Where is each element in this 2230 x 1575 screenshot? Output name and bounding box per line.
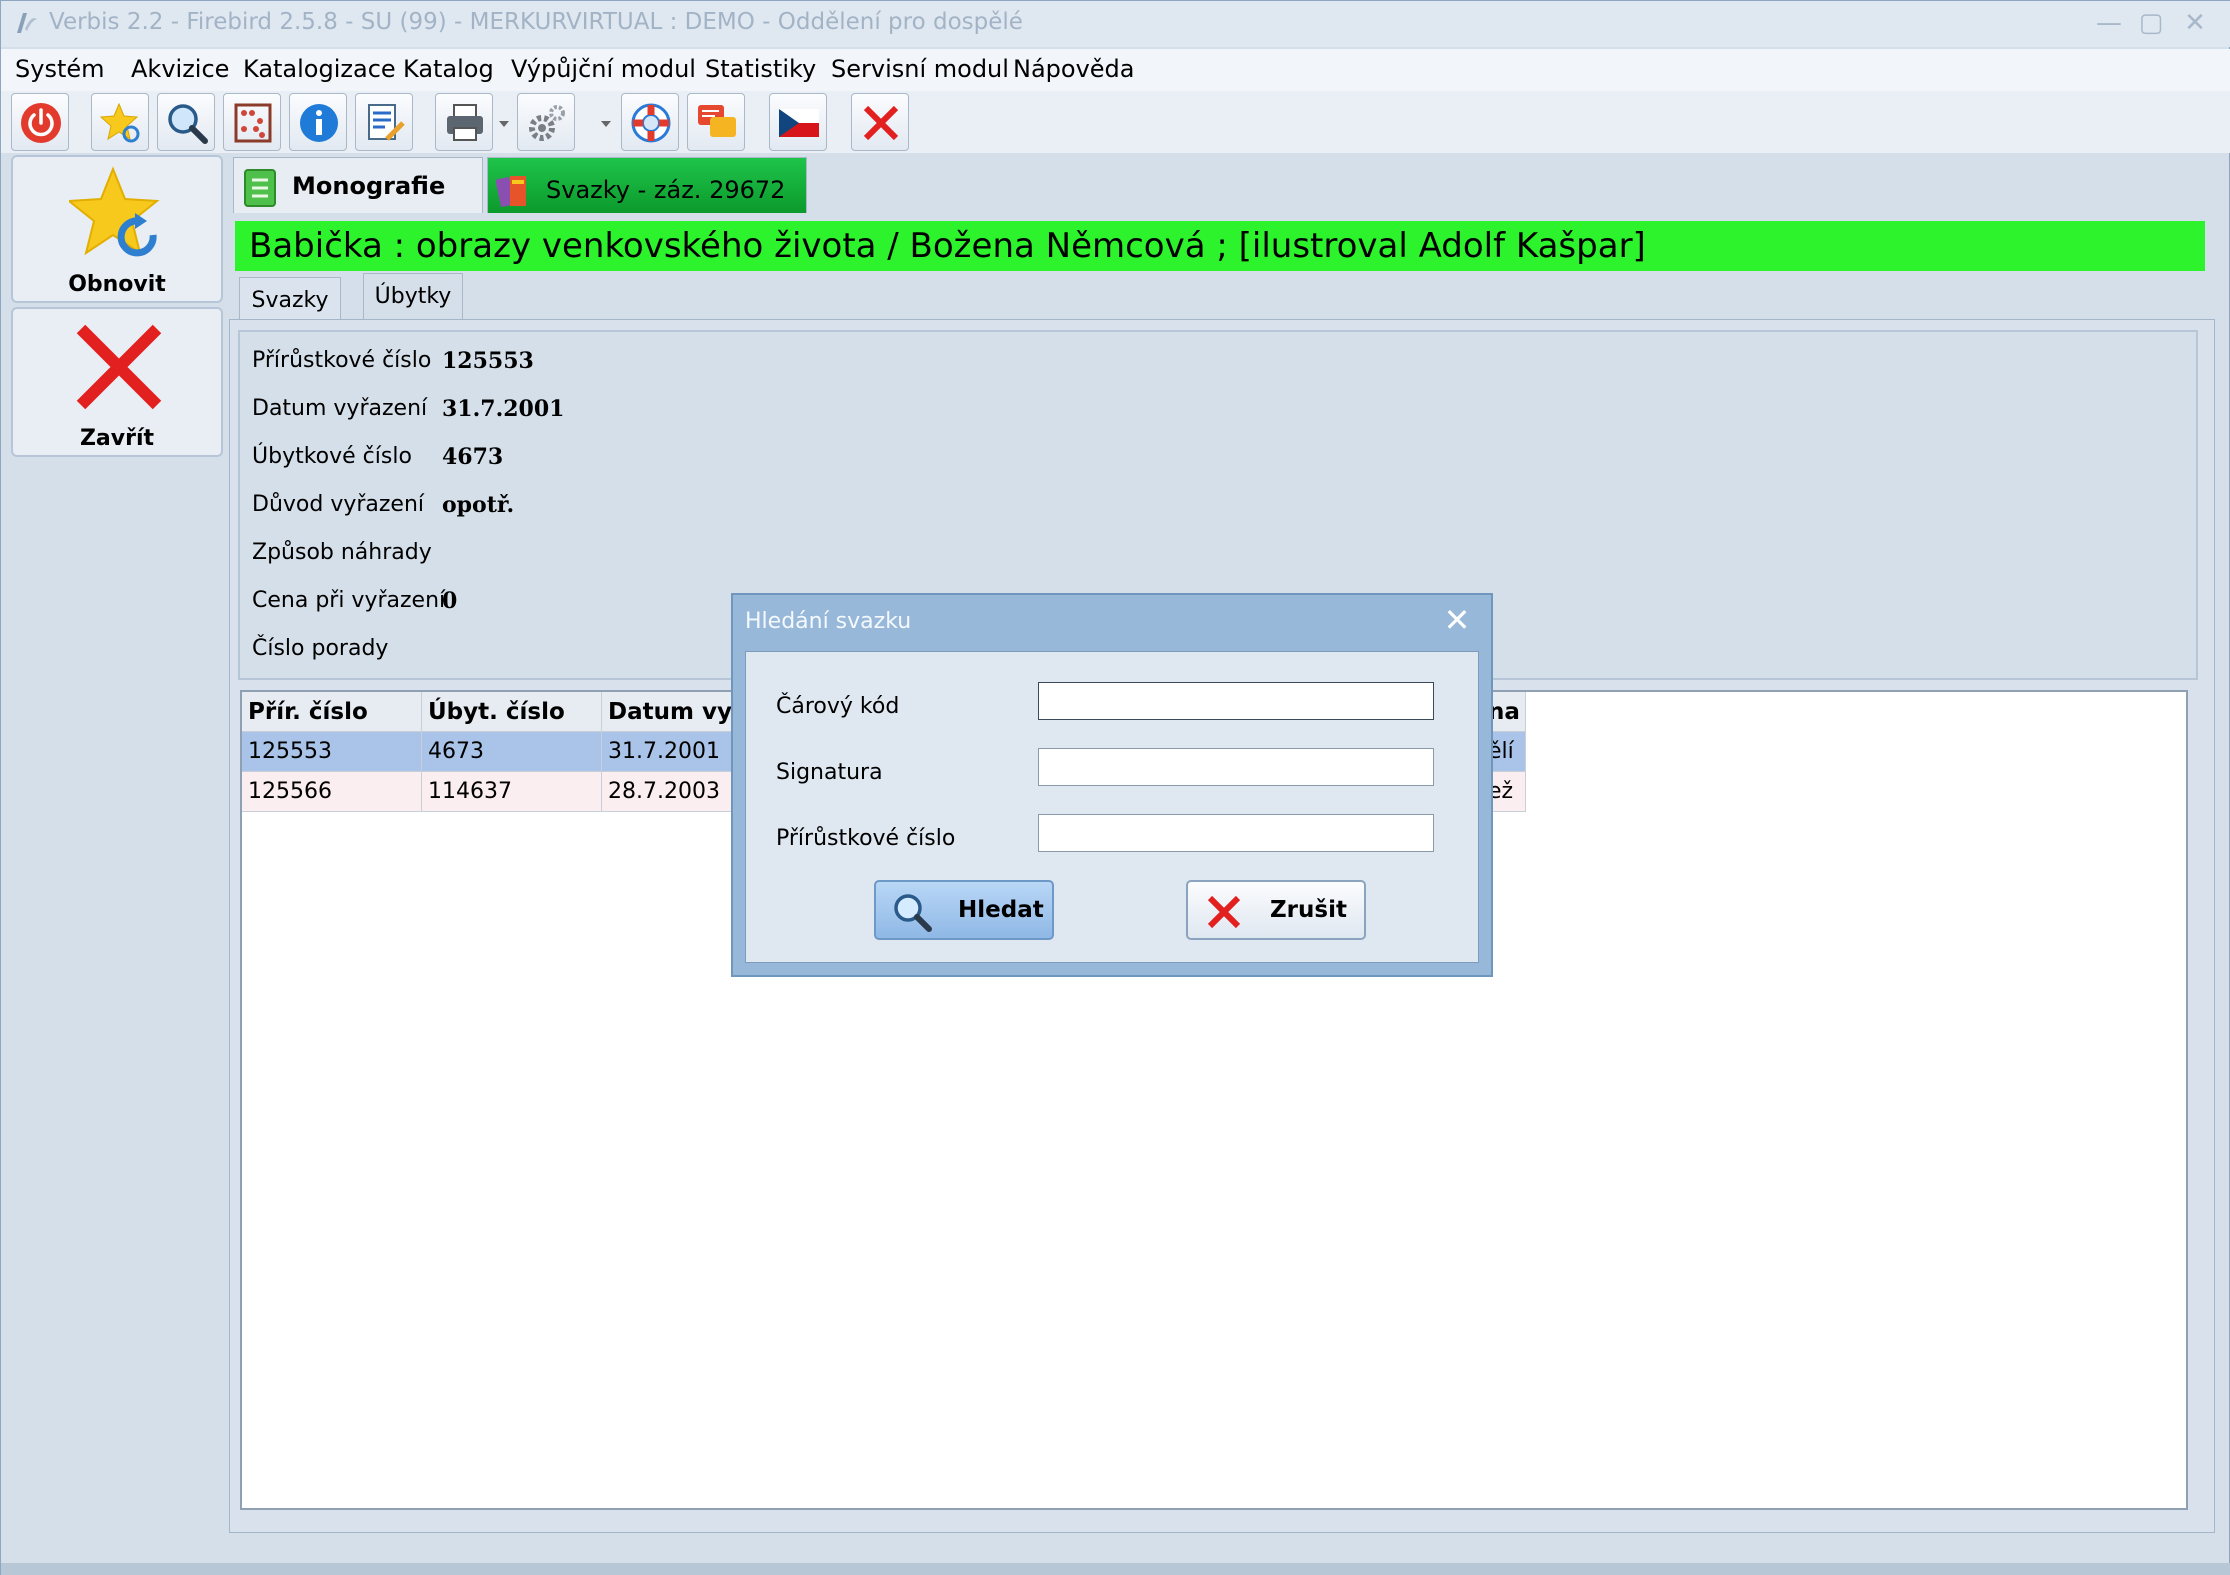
abacus-button[interactable]	[223, 93, 281, 151]
subtab-ubytky[interactable]: Úbytky	[363, 273, 463, 321]
accession-number-input[interactable]	[1038, 814, 1434, 852]
info-key: Přírůstkové číslo	[252, 348, 432, 373]
column-header[interactable]: Úbyt. číslo	[422, 692, 602, 732]
info-button[interactable]	[289, 93, 347, 151]
info-value: opotř.	[442, 492, 515, 518]
cancel-button-label: Zrušit	[1270, 897, 1347, 923]
edit-document-icon	[368, 104, 405, 141]
menu-item-servisni-modul[interactable]: Servisní modul	[831, 55, 1009, 83]
dialog-close-icon[interactable]: ✕	[1441, 601, 1473, 641]
column-header[interactable]: Přír. číslo	[242, 692, 422, 732]
info-value: 125553	[442, 348, 534, 374]
books-icon	[496, 176, 526, 208]
search-icon	[168, 104, 208, 144]
tab-svazky[interactable]: Svazky - záz. 29672	[487, 157, 807, 213]
refresh-label: Obnovit	[68, 272, 166, 297]
help-button[interactable]	[621, 93, 679, 151]
menu-item-statistiky[interactable]: Statistiky	[705, 55, 816, 83]
toolbar	[1, 91, 2230, 153]
close-icon	[863, 105, 899, 141]
abacus-icon	[234, 103, 272, 143]
close-label: Zavřít	[79, 426, 155, 451]
menu-item-system[interactable]: Systém	[15, 55, 105, 83]
info-key: Úbytkové číslo	[252, 444, 412, 469]
cancel-button[interactable]: Zrušit	[1186, 880, 1366, 940]
edit-document-button[interactable]	[355, 93, 413, 151]
file-cabinet-icon	[244, 169, 276, 207]
search-button-label: Hledat	[958, 897, 1044, 923]
close-module-button[interactable]	[851, 93, 909, 151]
barcode-label: Čárový kód	[776, 694, 900, 719]
barcode-input[interactable]	[1038, 682, 1434, 720]
menu-item-napoveda[interactable]: Nápověda	[1013, 55, 1135, 83]
close-icon	[76, 324, 162, 410]
search-volume-dialog: Hledání svazku ✕ Čárový kód Signatura Př…	[731, 593, 1493, 977]
search-button[interactable]	[157, 93, 215, 151]
star-refresh-icon	[99, 102, 140, 143]
refresh-button[interactable]: Obnovit	[11, 155, 223, 303]
title-bar: Verbis 2.2 - Firebird 2.5.8 - SU (99) - …	[1, 1, 2230, 47]
menu-bar: Systém Akvizice Katalogizace Katalog Výp…	[1, 49, 2230, 91]
menu-item-akvizice[interactable]: Akvizice	[131, 55, 229, 83]
settings-dropdown[interactable]	[597, 93, 615, 151]
tab-svazky-label: Svazky - záz. 29672	[546, 176, 786, 204]
info-key: Číslo porady	[252, 636, 389, 661]
table-cell[interactable]: 114637	[422, 772, 602, 812]
table-cell[interactable]: 125553	[242, 732, 422, 772]
minimize-icon[interactable]: —	[2091, 5, 2127, 41]
tab-monografie-label: Monografie	[292, 172, 446, 200]
info-value: 0	[442, 588, 458, 614]
dialog-title: Hledání svazku	[745, 609, 912, 634]
info-key: Datum vyřazení	[252, 396, 428, 421]
printer-icon	[447, 104, 483, 141]
record-title: Babička : obrazy venkovského života / Bo…	[235, 221, 2205, 271]
settings-icon	[529, 105, 565, 141]
language-button[interactable]	[769, 93, 827, 151]
table-cell[interactable]: 4673	[422, 732, 602, 772]
info-value: 31.7.2001	[442, 396, 565, 422]
signature-input[interactable]	[1038, 748, 1434, 786]
print-dropdown[interactable]	[495, 93, 513, 151]
settings-button[interactable]	[517, 93, 575, 151]
accession-number-label: Přírůstkové číslo	[776, 826, 956, 851]
info-value: 4673	[442, 444, 504, 470]
power-icon	[21, 103, 61, 143]
maximize-icon[interactable]: ▢	[2133, 5, 2169, 41]
menu-item-katalog[interactable]: Katalog	[403, 55, 494, 83]
table-cell[interactable]: 125566	[242, 772, 422, 812]
subtab-svazky[interactable]: Svazky	[239, 277, 341, 321]
application-window: Verbis 2.2 - Firebird 2.5.8 - SU (99) - …	[0, 0, 2230, 1575]
signature-label: Signatura	[776, 760, 883, 785]
search-button[interactable]: Hledat	[874, 880, 1054, 940]
tab-monografie[interactable]: Monografie	[233, 157, 483, 213]
info-key: Způsob náhrady	[252, 540, 432, 565]
info-key: Cena při vyřazení	[252, 588, 446, 613]
close-icon[interactable]: ✕	[2177, 5, 2213, 41]
refresh-favorites-button[interactable]	[91, 93, 149, 151]
dialog-body: Čárový kód Signatura Přírůstkové číslo H…	[745, 651, 1479, 963]
power-button[interactable]	[11, 93, 69, 151]
window-title: Verbis 2.2 - Firebird 2.5.8 - SU (99) - …	[49, 9, 1023, 35]
close-button[interactable]: Zavřít	[11, 307, 223, 457]
info-key: Důvod vyřazení	[252, 492, 425, 517]
status-strip	[1, 1563, 2230, 1575]
menu-item-katalogizace[interactable]: Katalogizace	[243, 55, 396, 83]
lifebuoy-icon	[631, 103, 671, 143]
close-icon	[1207, 895, 1241, 929]
czech-flag-icon	[779, 109, 819, 137]
search-icon	[894, 894, 932, 932]
app-logo-icon	[17, 13, 37, 33]
menu-item-vypujcni-modul[interactable]: Výpůjční modul	[511, 55, 696, 83]
chat-icon	[698, 105, 736, 137]
info-icon	[300, 104, 338, 142]
star-refresh-icon	[69, 166, 160, 257]
messages-button[interactable]	[687, 93, 745, 151]
print-button[interactable]	[435, 93, 493, 151]
